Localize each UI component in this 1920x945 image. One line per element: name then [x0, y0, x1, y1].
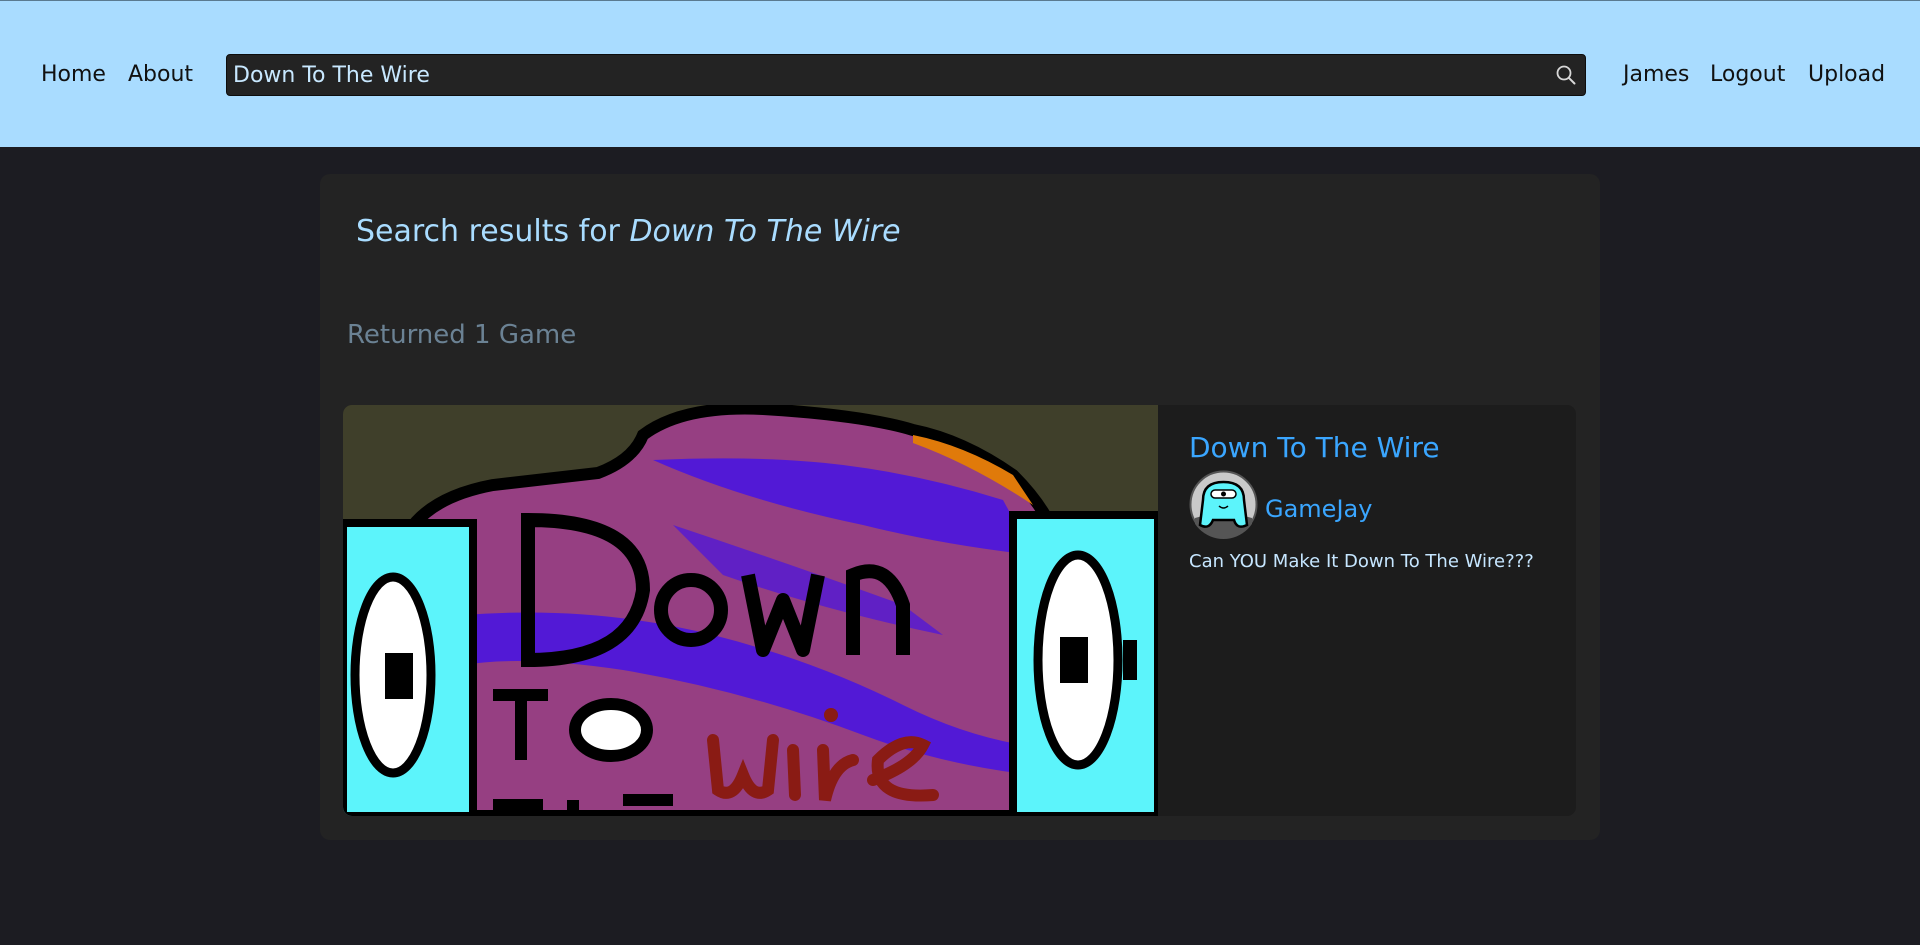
- nav-upload-link[interactable]: Upload: [1808, 60, 1885, 90]
- nav-user-link[interactable]: James: [1623, 60, 1689, 90]
- page-title: Search results for Down To The Wire: [356, 214, 901, 249]
- search-icon[interactable]: [1555, 64, 1577, 86]
- search-bar: [226, 54, 1586, 96]
- heading-prefix: Search results for: [356, 214, 630, 249]
- search-results-panel: Search results for Down To The Wire Retu…: [320, 174, 1600, 840]
- result-count: Returned 1 Game: [347, 320, 577, 350]
- top-navbar: Home About James Logout Upload: [0, 0, 1920, 147]
- nav-about-link[interactable]: About: [128, 60, 193, 90]
- author-avatar[interactable]: [1189, 470, 1258, 539]
- search-input[interactable]: [233, 55, 1533, 95]
- game-description: Can YOU Make It Down To The Wire???: [1189, 551, 1534, 572]
- game-card[interactable]: Down To The Wire GameJay Can YOU Make It…: [343, 405, 1576, 816]
- nav-logout-link[interactable]: Logout: [1710, 60, 1785, 90]
- author-link[interactable]: GameJay: [1265, 495, 1372, 523]
- heading-query: Down To The Wire: [629, 214, 901, 249]
- game-thumbnail[interactable]: [343, 405, 1158, 816]
- nav-home-link[interactable]: Home: [41, 60, 106, 90]
- game-title-link[interactable]: Down To The Wire: [1189, 431, 1440, 464]
